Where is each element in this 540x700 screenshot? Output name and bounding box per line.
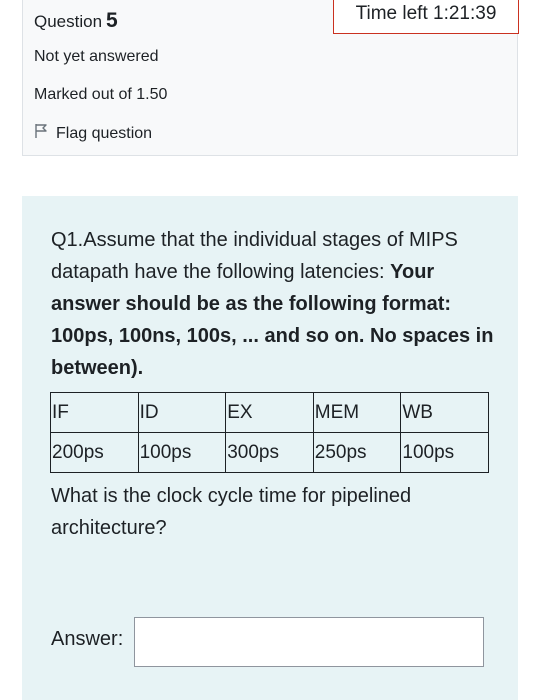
table-cell: 200ps — [50, 432, 139, 473]
table-cell: 100ps — [400, 432, 489, 473]
table-cell: 250ps — [312, 432, 402, 473]
table-header-cell: MEM — [312, 392, 402, 433]
follow-up-question: What is the clock cycle time for pipelin… — [51, 485, 412, 539]
answer-input[interactable] — [134, 617, 484, 667]
question-content: Q1.Assume that the individual stages of … — [22, 196, 518, 700]
flag-question-label: Flag question — [56, 124, 153, 142]
table-cell: 100ps — [137, 432, 227, 473]
table-header-row: IF ID EX MEM WB — [50, 392, 489, 433]
question-number: 5 — [106, 9, 118, 32]
table-row: 200ps 100ps 300ps 250ps 100ps — [50, 432, 489, 473]
question-heading: Question 5 — [34, 9, 118, 33]
table-header-cell: IF — [50, 392, 139, 433]
question-text: Q1.Assume that the individual stages of … — [51, 224, 501, 384]
quiz-timer: Time left 1:21:39 — [333, 0, 519, 34]
table-header-cell: EX — [225, 392, 314, 433]
latency-table: IF ID EX MEM WB 200ps 100ps 300ps 250ps … — [50, 392, 489, 473]
question-prefix: Question — [34, 12, 103, 31]
answer-label: Answer: — [51, 628, 124, 650]
flag-question-link[interactable]: Flag question — [34, 123, 152, 144]
flag-icon — [34, 123, 56, 144]
question-state: Not yet answered — [34, 48, 159, 65]
question-grade: Marked out of 1.50 — [34, 86, 168, 103]
table-cell: 300ps — [225, 432, 314, 473]
table-header-cell: ID — [137, 392, 227, 433]
table-header-cell: WB — [400, 392, 489, 433]
